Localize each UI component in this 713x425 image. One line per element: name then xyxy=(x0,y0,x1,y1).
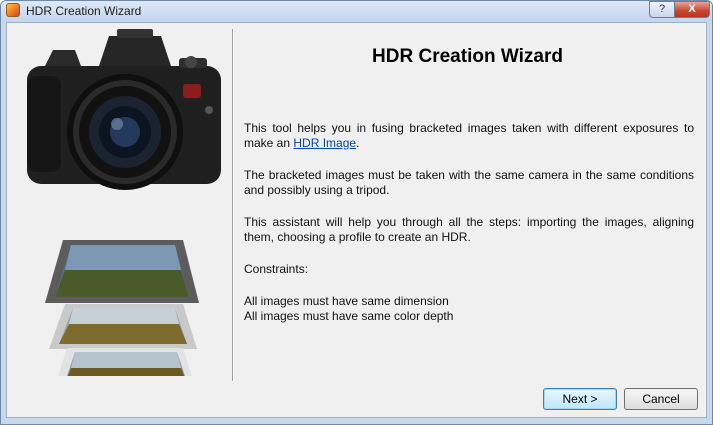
intro-suffix: . xyxy=(356,136,360,150)
description-text: This tool helps you in fusing bracketed … xyxy=(244,121,694,324)
constraints-title: Constraints: xyxy=(244,262,309,276)
page-title: HDR Creation Wizard xyxy=(372,46,563,67)
wizard-page: HDR Creation Wizard This tool helps you … xyxy=(6,22,707,418)
help-button[interactable]: ? xyxy=(649,1,675,18)
wizard-illustration xyxy=(27,29,221,376)
next-button[interactable]: Next > xyxy=(543,388,617,410)
camera-illustration xyxy=(27,29,221,190)
bracketed-photos-illustration xyxy=(45,240,199,376)
intro-paragraph: This tool helps you in fusing bracketed … xyxy=(244,121,694,151)
close-button[interactable]: X xyxy=(674,1,710,18)
vertical-divider xyxy=(232,29,234,381)
constraint-dimension: All images must have same dimension xyxy=(244,294,449,308)
camera-paragraph: The bracketed images must be taken with … xyxy=(244,168,694,197)
cancel-button[interactable]: Cancel xyxy=(624,388,698,410)
hdr-image-link[interactable]: HDR Image xyxy=(293,136,356,150)
hdr-app-icon xyxy=(6,3,20,17)
constraint-color-depth: All images must have same color depth xyxy=(244,309,454,323)
wizard-window: HDR Creation Wizard ? X HDR Creation Wiz… xyxy=(0,0,713,425)
window-title: HDR Creation Wizard xyxy=(26,4,142,18)
title-bar[interactable]: HDR Creation Wizard ? X xyxy=(1,1,712,21)
steps-paragraph: This assistant will help you through all… xyxy=(244,215,694,244)
